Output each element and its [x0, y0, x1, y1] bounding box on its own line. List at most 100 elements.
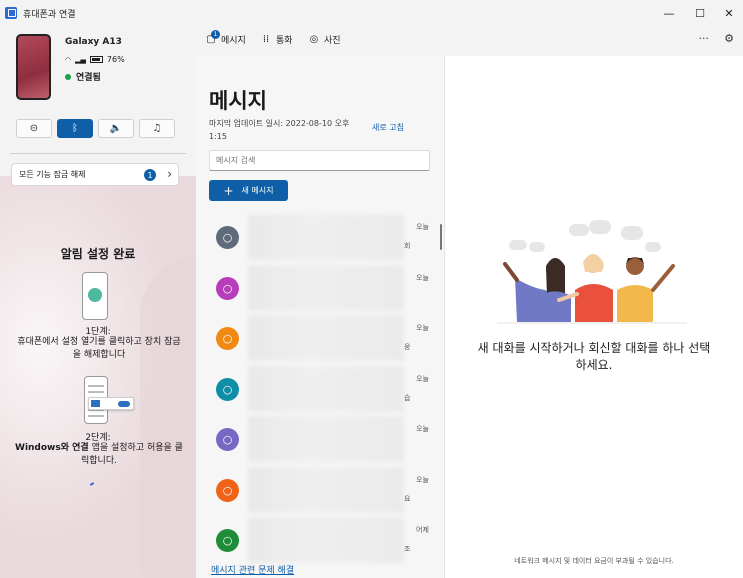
sound-button[interactable]: 🔈 [98, 119, 134, 138]
conversation-date: 오늘 [416, 273, 429, 282]
left-sidebar: Galaxy A13 ◠ ▂▄ 76% 연결됨 ⊝ ᛒ 🔈 ♫ 모든 기능 잠금… [0, 26, 196, 578]
step2-app-name: Windows와 연결 [15, 443, 89, 453]
blurred-message-preview [248, 365, 404, 412]
contact-avatar-icon: ○ [216, 276, 239, 300]
new-message-button[interactable]: + 새 메시지 [209, 180, 288, 201]
device-name: Galaxy A13 [65, 37, 122, 47]
bluetooth-button[interactable]: ᛒ [57, 119, 93, 138]
dialpad-icon: ⁞⁞ [262, 34, 270, 45]
battery-level: 76% [106, 55, 125, 64]
loading-spinner-icon [89, 482, 95, 486]
conversation-item[interactable]: ○ 오늘웅 [196, 313, 444, 363]
plus-icon: + [223, 183, 234, 198]
sidebar-divider [10, 153, 186, 154]
phone-image [16, 34, 51, 100]
unlock-label: 모든 기능 잠금 해제 [19, 170, 86, 179]
illustration-line [88, 385, 104, 387]
illustration-line [88, 415, 104, 417]
unlock-badge: 1 [144, 169, 156, 181]
close-button[interactable]: ✕ [713, 0, 743, 26]
conversation-date: 오늘 [416, 223, 429, 231]
new-message-label: 새 메시지 [241, 186, 274, 195]
conversation-preview-fragment: 조 [404, 545, 411, 553]
conversation-item[interactable]: ○ 오늘 [196, 414, 444, 464]
contact-avatar-icon: ○ [216, 226, 239, 249]
unlock-all-features-button[interactable]: 모든 기능 잠금 해제 1 › [11, 163, 179, 186]
tab-messages[interactable]: ▢ 1 메시지 [205, 29, 246, 46]
tab-calls[interactable]: ⁞⁞ 통화 [260, 33, 293, 46]
more-options-icon[interactable]: ··· [699, 32, 710, 45]
conversation-item[interactable]: ○ 어제조 [196, 515, 444, 565]
conversation-date: 오늘 [416, 475, 429, 484]
conversation-preview-fragment: 회 [404, 242, 411, 250]
chevron-right-icon: › [167, 167, 172, 181]
wifi-icon: ◠ [65, 55, 72, 64]
blurred-message-preview [248, 517, 404, 563]
contact-avatar-icon: ○ [216, 428, 239, 451]
conversation-empty-panel: 새 대화를 시작하거나 회신할 대화를 하나 선택하세요. 네트워크 메시지 및… [445, 56, 743, 578]
connection-status-label: 연결됨 [76, 73, 101, 83]
phone-link-app-icon [5, 7, 17, 19]
blurred-message-preview [248, 214, 404, 260]
do-not-disturb-button[interactable]: ⊝ [16, 119, 52, 138]
scrollbar-thumb[interactable] [440, 224, 442, 250]
conversation-list: ○ 오늘 회 ○ 오늘 ○ 오늘 웅 ○ 오늘 습 ○ 오늘 ○ 오늘 요 ○ 어제 조 [196, 212, 444, 563]
conversation-item[interactable]: ○ 오늘 [196, 263, 444, 313]
conversation-preview-fragment: 웅 [404, 343, 411, 351]
tab-photos-label: 사진 [324, 36, 341, 46]
messages-title: 메시지 [209, 89, 267, 113]
minimize-button[interactable]: — [653, 0, 685, 26]
photos-icon: ◎ [309, 34, 319, 45]
window-title: 휴대폰과 연결 [23, 9, 76, 20]
messages-troubleshoot-link[interactable]: 메시지 관련 문제 해결 [211, 563, 294, 576]
conversation-item[interactable]: ○ 오늘습 [196, 364, 444, 414]
maximize-button[interactable]: ☐ [684, 0, 716, 26]
tab-messages-label: 메시지 [221, 36, 246, 46]
blurred-message-preview [248, 315, 404, 361]
music-button[interactable]: ♫ [139, 119, 175, 138]
refresh-link[interactable]: 새로 고침 [372, 122, 404, 133]
step1-text: 휴대폰에서 설정 열기를 클릭하고 장치 잠금을 해제합니다 [17, 337, 181, 360]
bluetooth-icon: ᛒ [72, 123, 78, 134]
speaker-icon: 🔈 [109, 123, 123, 134]
battery-icon [89, 56, 103, 63]
app-tile-icon [91, 400, 100, 407]
tab-photos[interactable]: ◎ 사진 [308, 33, 341, 46]
device-stats: ◠ ▂▄ 76% [65, 55, 125, 64]
illustration-line [88, 391, 104, 393]
signal-icon: ▂▄ [75, 55, 86, 64]
people-chatting-illustration [497, 220, 687, 324]
conversation-date: 오늘 [416, 425, 429, 433]
contact-avatar-icon: ○ [216, 327, 239, 350]
conversation-preview-fragment: 습 [404, 393, 411, 402]
conversation-date: 오늘 [416, 324, 429, 332]
tab-calls-label: 통화 [276, 36, 293, 46]
blurred-message-preview [248, 416, 404, 462]
do-not-disturb-icon: ⊝ [29, 123, 39, 134]
conversation-item[interactable]: ○ 오늘요 [196, 465, 444, 515]
conversation-date: 오늘 [416, 374, 429, 383]
top-navigation: ▢ 1 메시지 ⁞⁞ 통화 ◎ 사진 ··· ⚙ [196, 26, 743, 56]
conversation-date: 어제 [416, 526, 429, 534]
allow-toggle-illustration [88, 397, 134, 410]
music-note-icon: ♫ [152, 123, 162, 134]
last-update-text: 마지막 업데이트 일시: 2022-08-10 오후 1:15 [209, 119, 350, 141]
settings-gear-icon[interactable]: ⚙ [724, 32, 734, 45]
blurred-message-preview [248, 264, 404, 311]
data-charges-footnote: 네트워크 메시지 및 데이터 요금이 부과될 수 있습니다. [514, 557, 674, 565]
conversation-item[interactable]: ○ 오늘회 [196, 212, 444, 262]
connected-dot-icon [65, 73, 71, 80]
messages-badge: 1 [211, 29, 220, 39]
conversation-preview-fragment: 요 [404, 494, 411, 503]
unlock-icon [88, 288, 102, 302]
contact-avatar-icon: ○ [216, 529, 239, 552]
connection-status: 연결됨 [65, 70, 101, 83]
notification-setup-title: 알림 설정 완료 [60, 247, 136, 261]
contact-avatar-icon: ○ [216, 377, 239, 401]
step2-text: Windows와 연결 앱을 설정하고 허용을 클릭합니다. [12, 442, 186, 468]
title-bar: 휴대폰과 연결 — ☐ ✕ [0, 0, 743, 26]
contact-avatar-icon: ○ [216, 478, 239, 502]
phone-unlock-illustration [82, 272, 108, 320]
message-search-input[interactable] [209, 150, 430, 171]
message-icon: ▢ 1 [205, 29, 220, 46]
